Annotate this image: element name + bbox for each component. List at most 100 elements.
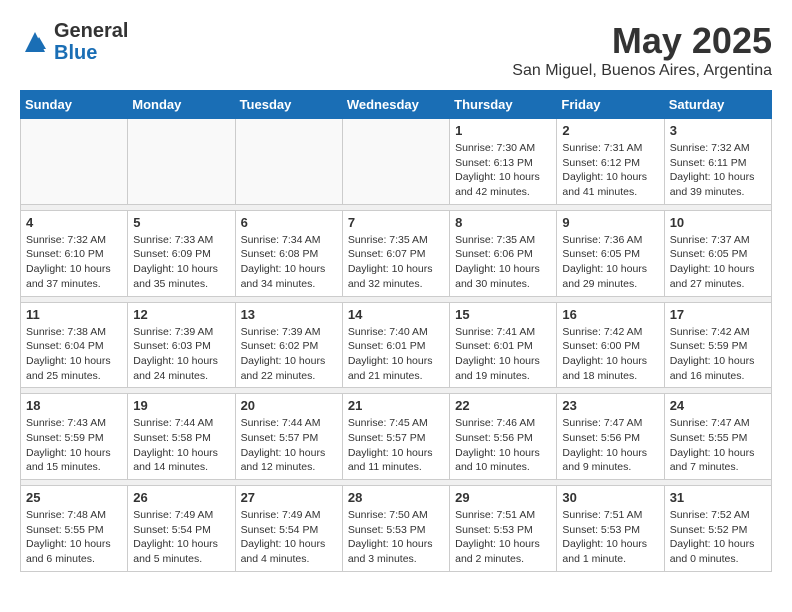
day-number: 20 (241, 398, 337, 413)
calendar-cell: 26 Sunrise: 7:49 AM Sunset: 5:54 PM Dayli… (128, 486, 235, 572)
day-info: Sunrise: 7:51 AM Sunset: 5:53 PM Dayligh… (562, 508, 658, 567)
calendar-cell: 18Sunrise: 7:43 AM Sunset: 5:59 PM Dayli… (21, 394, 128, 480)
day-number: 31 (670, 490, 766, 505)
weekday-header-monday: Monday (128, 91, 235, 119)
calendar-cell: 4Sunrise: 7:32 AM Sunset: 6:10 PM Daylig… (21, 210, 128, 296)
day-number: 27 (241, 490, 337, 505)
day-info: Sunrise: 7:44 AM Sunset: 5:58 PM Dayligh… (133, 416, 229, 475)
day-info: Sunrise: 7:42 AM Sunset: 6:00 PM Dayligh… (562, 325, 658, 384)
day-number: 14 (348, 307, 444, 322)
day-info: Sunrise: 7:48 AM Sunset: 5:55 PM Dayligh… (26, 508, 122, 567)
calendar-week-2: 11 Sunrise: 7:38 AM Sunset: 6:04 PM Dayli… (21, 302, 772, 388)
day-info: Sunrise: 7:45 AM Sunset: 5:57 PM Dayligh… (348, 416, 444, 475)
day-info: Sunrise: 7:35 AM Sunset: 6:06 PM Dayligh… (455, 233, 551, 292)
weekday-header-sunday: Sunday (21, 91, 128, 119)
calendar-cell: 24Sunrise: 7:47 AM Sunset: 5:55 PM Dayli… (664, 394, 771, 480)
day-info: Sunrise: 7:33 AM Sunset: 6:09 PM Dayligh… (133, 233, 229, 292)
day-number: 5 (133, 215, 229, 230)
weekday-header-wednesday: Wednesday (342, 91, 449, 119)
day-number: 10 (670, 215, 766, 230)
calendar-week-3: 18Sunrise: 7:43 AM Sunset: 5:59 PM Dayli… (21, 394, 772, 480)
calendar-header-row: SundayMondayTuesdayWednesdayThursdayFrid… (21, 91, 772, 119)
day-number: 12 (133, 307, 229, 322)
day-info: Sunrise: 7:36 AM Sunset: 6:05 PM Dayligh… (562, 233, 658, 292)
calendar-cell: 9 Sunrise: 7:36 AM Sunset: 6:05 PM Daylig… (557, 210, 664, 296)
day-number: 3 (670, 123, 766, 138)
calendar-cell: 28 Sunrise: 7:50 AM Sunset: 5:53 PM Dayli… (342, 486, 449, 572)
day-number: 2 (562, 123, 658, 138)
calendar-cell (235, 119, 342, 205)
day-info: Sunrise: 7:50 AM Sunset: 5:53 PM Dayligh… (348, 508, 444, 567)
calendar-cell (128, 119, 235, 205)
day-number: 28 (348, 490, 444, 505)
day-info: Sunrise: 7:37 AM Sunset: 6:05 PM Dayligh… (670, 233, 766, 292)
calendar-week-1: 4Sunrise: 7:32 AM Sunset: 6:10 PM Daylig… (21, 210, 772, 296)
day-number: 13 (241, 307, 337, 322)
calendar-cell: 25 Sunrise: 7:48 AM Sunset: 5:55 PM Dayli… (21, 486, 128, 572)
day-info: Sunrise: 7:40 AM Sunset: 6:01 PM Dayligh… (348, 325, 444, 384)
weekday-header-friday: Friday (557, 91, 664, 119)
calendar-cell: 7Sunrise: 7:35 AM Sunset: 6:07 PM Daylig… (342, 210, 449, 296)
day-info: Sunrise: 7:32 AM Sunset: 6:11 PM Dayligh… (670, 141, 766, 200)
day-info: Sunrise: 7:31 AM Sunset: 6:12 PM Dayligh… (562, 141, 658, 200)
day-number: 30 (562, 490, 658, 505)
day-info: Sunrise: 7:42 AM Sunset: 5:59 PM Dayligh… (670, 325, 766, 384)
day-number: 26 (133, 490, 229, 505)
calendar-week-0: 1 Sunrise: 7:30 AM Sunset: 6:13 PM Daylig… (21, 119, 772, 205)
calendar-cell: 30 Sunrise: 7:51 AM Sunset: 5:53 PM Dayli… (557, 486, 664, 572)
day-number: 15 (455, 307, 551, 322)
page-header: General Blue May 2025 San Miguel, Buenos… (20, 20, 772, 80)
location: San Miguel, Buenos Aires, Argentina (512, 62, 772, 80)
weekday-header-saturday: Saturday (664, 91, 771, 119)
day-number: 16 (562, 307, 658, 322)
calendar-cell: 14 Sunrise: 7:40 AM Sunset: 6:01 PM Dayli… (342, 302, 449, 388)
day-number: 24 (670, 398, 766, 413)
calendar-cell: 13 Sunrise: 7:39 AM Sunset: 6:02 PM Dayli… (235, 302, 342, 388)
calendar-cell: 16 Sunrise: 7:42 AM Sunset: 6:00 PM Dayli… (557, 302, 664, 388)
title-section: May 2025 San Miguel, Buenos Aires, Argen… (512, 20, 772, 80)
day-info: Sunrise: 7:39 AM Sunset: 6:03 PM Dayligh… (133, 325, 229, 384)
day-number: 19 (133, 398, 229, 413)
day-info: Sunrise: 7:38 AM Sunset: 6:04 PM Dayligh… (26, 325, 122, 384)
day-number: 1 (455, 123, 551, 138)
day-info: Sunrise: 7:47 AM Sunset: 5:56 PM Dayligh… (562, 416, 658, 475)
day-number: 11 (26, 307, 122, 322)
day-info: Sunrise: 7:51 AM Sunset: 5:53 PM Dayligh… (455, 508, 551, 567)
day-info: Sunrise: 7:52 AM Sunset: 5:52 PM Dayligh… (670, 508, 766, 567)
calendar-cell: 10 Sunrise: 7:37 AM Sunset: 6:05 PM Dayli… (664, 210, 771, 296)
day-info: Sunrise: 7:44 AM Sunset: 5:57 PM Dayligh… (241, 416, 337, 475)
day-number: 8 (455, 215, 551, 230)
calendar-cell: 6 Sunrise: 7:34 AM Sunset: 6:08 PM Daylig… (235, 210, 342, 296)
day-info: Sunrise: 7:41 AM Sunset: 6:01 PM Dayligh… (455, 325, 551, 384)
calendar-cell: 5 Sunrise: 7:33 AM Sunset: 6:09 PM Daylig… (128, 210, 235, 296)
day-number: 9 (562, 215, 658, 230)
day-number: 17 (670, 307, 766, 322)
day-info: Sunrise: 7:32 AM Sunset: 6:10 PM Dayligh… (26, 233, 122, 292)
calendar-cell: 15 Sunrise: 7:41 AM Sunset: 6:01 PM Dayli… (450, 302, 557, 388)
calendar-cell: 2 Sunrise: 7:31 AM Sunset: 6:12 PM Daylig… (557, 119, 664, 205)
day-number: 23 (562, 398, 658, 413)
day-info: Sunrise: 7:49 AM Sunset: 5:54 PM Dayligh… (241, 508, 337, 567)
day-number: 25 (26, 490, 122, 505)
day-info: Sunrise: 7:49 AM Sunset: 5:54 PM Dayligh… (133, 508, 229, 567)
month-title: May 2025 (512, 20, 772, 62)
day-number: 6 (241, 215, 337, 230)
day-number: 18 (26, 398, 122, 413)
calendar-cell (21, 119, 128, 205)
calendar-cell: 8 Sunrise: 7:35 AM Sunset: 6:06 PM Daylig… (450, 210, 557, 296)
day-info: Sunrise: 7:46 AM Sunset: 5:56 PM Dayligh… (455, 416, 551, 475)
day-info: Sunrise: 7:39 AM Sunset: 6:02 PM Dayligh… (241, 325, 337, 384)
day-info: Sunrise: 7:35 AM Sunset: 6:07 PM Dayligh… (348, 233, 444, 292)
calendar-cell: 31 Sunrise: 7:52 AM Sunset: 5:52 PM Dayli… (664, 486, 771, 572)
calendar-cell: 20 Sunrise: 7:44 AM Sunset: 5:57 PM Dayli… (235, 394, 342, 480)
day-info: Sunrise: 7:30 AM Sunset: 6:13 PM Dayligh… (455, 141, 551, 200)
calendar-table: SundayMondayTuesdayWednesdayThursdayFrid… (20, 90, 772, 572)
logo-text: General Blue (54, 20, 128, 64)
calendar-cell: 23 Sunrise: 7:47 AM Sunset: 5:56 PM Dayli… (557, 394, 664, 480)
calendar-cell: 17 Sunrise: 7:42 AM Sunset: 5:59 PM Dayli… (664, 302, 771, 388)
logo-icon (20, 27, 50, 57)
day-info: Sunrise: 7:34 AM Sunset: 6:08 PM Dayligh… (241, 233, 337, 292)
logo-blue: Blue (54, 42, 128, 64)
calendar-cell: 3 Sunrise: 7:32 AM Sunset: 6:11 PM Daylig… (664, 119, 771, 205)
calendar-cell: 27 Sunrise: 7:49 AM Sunset: 5:54 PM Dayli… (235, 486, 342, 572)
